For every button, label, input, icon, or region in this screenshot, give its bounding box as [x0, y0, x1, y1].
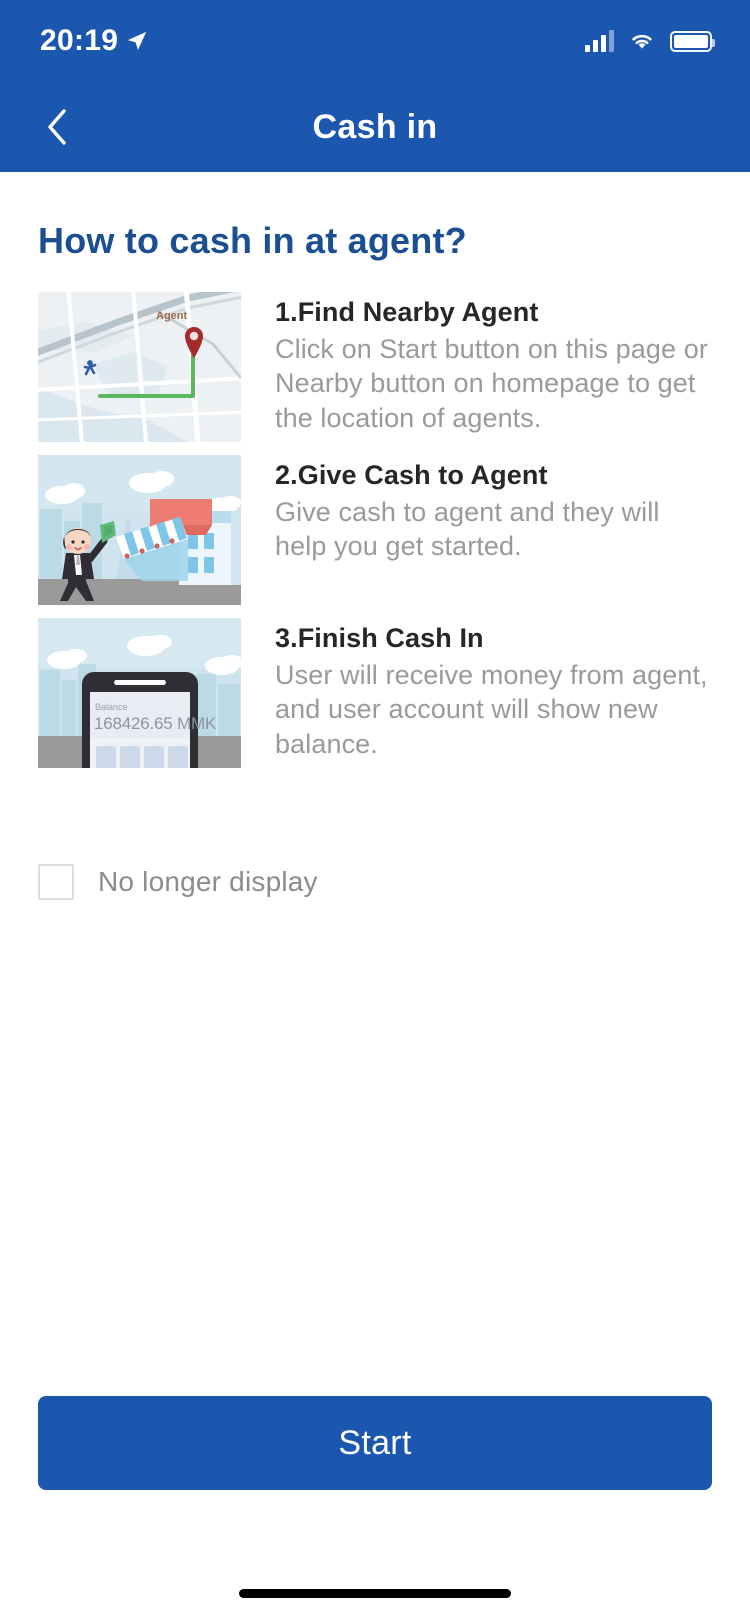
step-title: 1.Find Nearby Agent [275, 296, 712, 330]
back-button[interactable] [22, 82, 92, 172]
phone-showing-balance-illustration: Balance 168426.65 MMK [38, 618, 241, 768]
no-longer-display-label: No longer display [98, 866, 318, 898]
how-to-heading: How to cash in at agent? [38, 220, 712, 262]
phone-balance-value: 168426.65 MMK [94, 714, 216, 734]
content-area: How to cash in at agent? [0, 220, 750, 900]
step-item: 2.Give Cash to Agent Give cash to agent … [38, 455, 712, 605]
step-text-block: 2.Give Cash to Agent Give cash to agent … [275, 455, 712, 605]
phone-balance-label: Balance [95, 702, 128, 712]
step-title: 2.Give Cash to Agent [275, 459, 712, 493]
page-title: Cash in [0, 108, 750, 147]
step-text-block: 3.Finish Cash In User will receive money… [275, 618, 712, 768]
status-bar: 20:19 [0, 0, 750, 82]
step-text-block: 1.Find Nearby Agent Click on Start butto… [275, 292, 712, 442]
man-giving-cash-at-shop-illustration [38, 455, 241, 605]
step-description: Give cash to agent and they will help yo… [275, 495, 712, 564]
step-item: Balance 168426.65 MMK 3.Finish Cash In U… [38, 618, 712, 768]
status-bar-left: 20:19 [40, 24, 148, 58]
step-title: 3.Finish Cash In [275, 622, 712, 656]
chevron-left-icon [47, 109, 67, 145]
no-longer-display-checkbox-row[interactable]: No longer display [38, 864, 712, 900]
cash-in-screen: 20:19 Cash in How to cash in [0, 0, 750, 1624]
map-agent-label: Agent [156, 310, 187, 322]
step-description: User will receive money from agent, and … [275, 658, 712, 762]
no-longer-display-checkbox[interactable] [38, 864, 74, 900]
navigation-bar: Cash in [0, 82, 750, 172]
step-description: Click on Start button on this page or Ne… [275, 332, 712, 436]
battery-full-icon [670, 31, 712, 52]
home-indicator [239, 1589, 511, 1598]
location-arrow-icon [126, 30, 148, 52]
wifi-icon [628, 30, 656, 52]
start-button[interactable]: Start [38, 1396, 712, 1490]
map-with-agent-location-illustration: Agent [38, 292, 241, 442]
status-bar-time: 20:19 [40, 24, 118, 58]
cellular-signal-icon [585, 30, 614, 52]
step-item: Agent 1.Find Nearby Agent Click on Start… [38, 292, 712, 442]
status-bar-right [585, 30, 712, 52]
